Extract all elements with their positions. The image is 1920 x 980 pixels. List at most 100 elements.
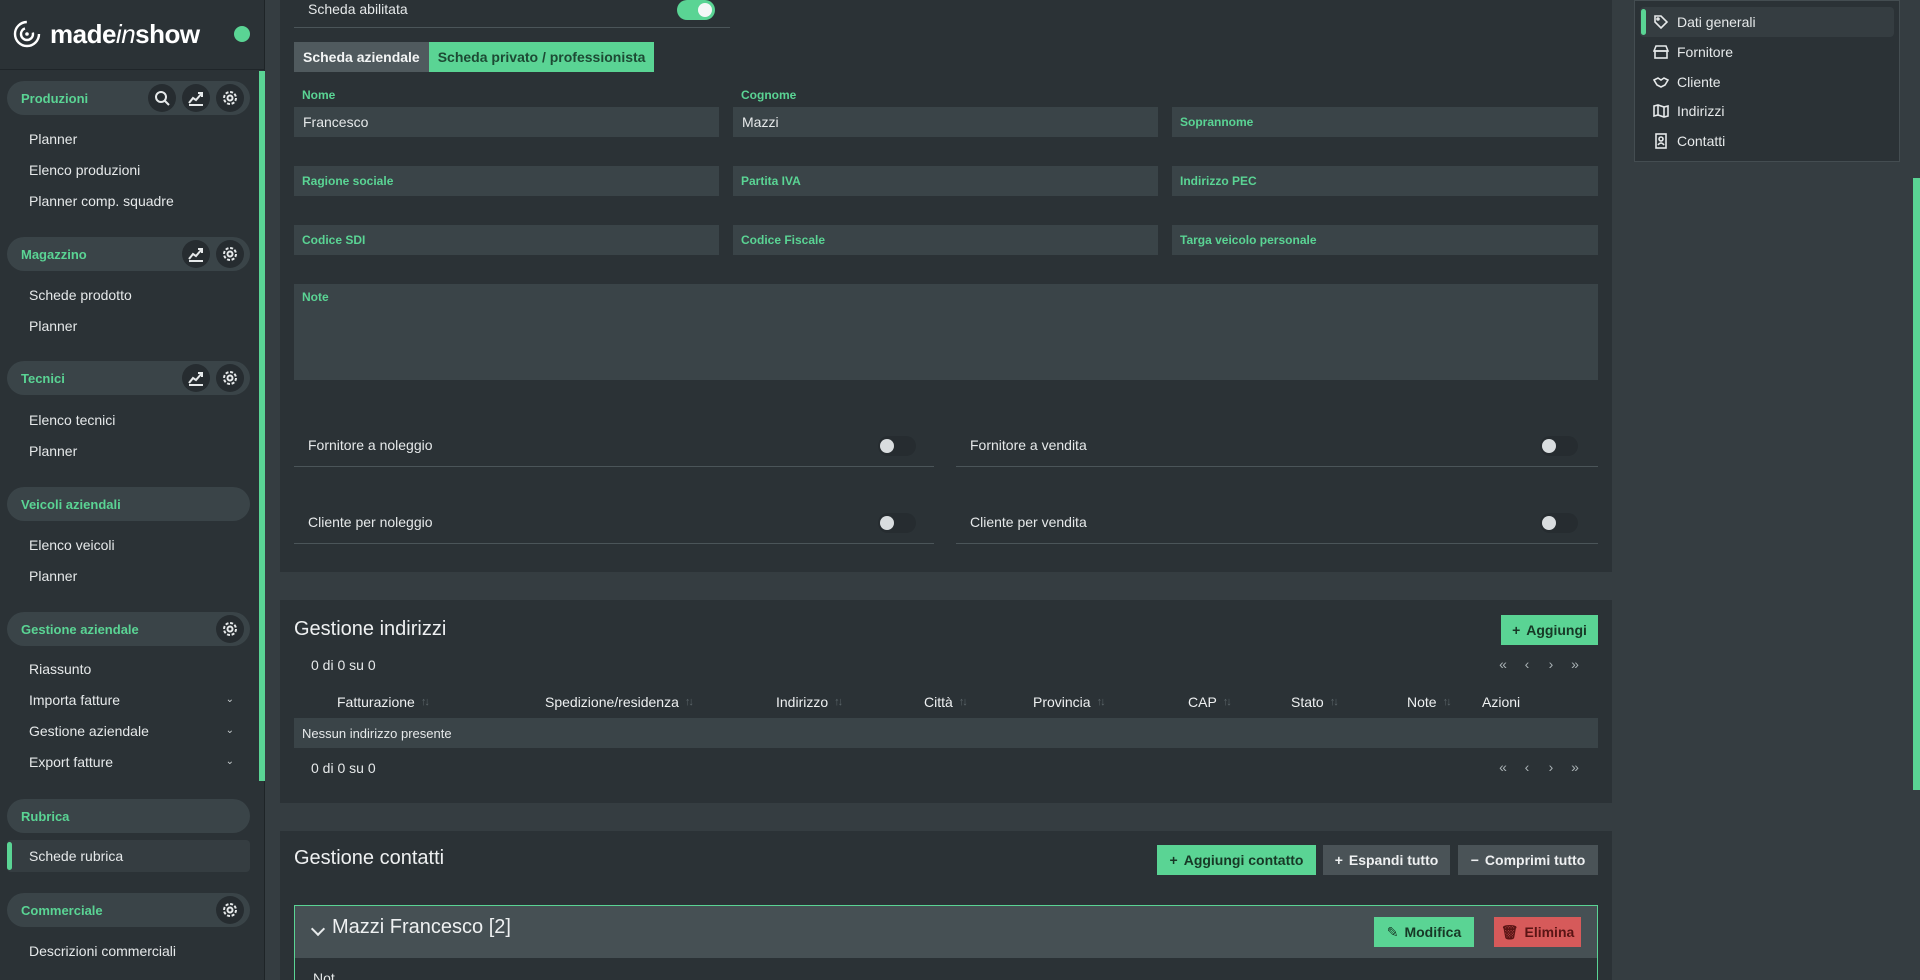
logo[interactable]: madeinshow	[12, 16, 200, 52]
settings-button[interactable]	[216, 896, 244, 924]
nav-export-fatture[interactable]: Export fatture ⌄	[29, 752, 234, 772]
nav-planner[interactable]: Planner	[29, 316, 77, 336]
col-cap[interactable]: CAP ↑↓	[1188, 694, 1232, 710]
collapse-all-button[interactable]: − Comprimi tutto	[1458, 845, 1598, 875]
settings-button[interactable]	[216, 240, 244, 268]
first-page-icon[interactable]: «	[1497, 759, 1509, 775]
chart-icon	[188, 248, 203, 262]
fornitore-vendita-switch[interactable]	[1540, 436, 1578, 456]
col-azioni: Azioni	[1482, 694, 1520, 710]
nav-descrizioni-commerciali[interactable]: Descrizioni commerciali	[29, 941, 176, 961]
col-note[interactable]: Note ↑↓	[1407, 694, 1452, 710]
nav-elenco-veicoli[interactable]: Elenco veicoli	[29, 535, 115, 555]
gear-icon	[223, 91, 237, 105]
ragione-sociale-field[interactable]: Ragione sociale	[294, 166, 719, 196]
nav-planner[interactable]: Planner	[29, 566, 77, 586]
partita-iva-field[interactable]: Partita IVA	[733, 166, 1158, 196]
note-textarea[interactable]: Note	[294, 284, 1598, 380]
next-page-icon[interactable]: ›	[1545, 656, 1557, 672]
delete-contact-button[interactable]: 🗑 Elimina	[1494, 917, 1581, 947]
col-provincia[interactable]: Provincia ↑↓	[1033, 694, 1106, 710]
tab-scheda-privato[interactable]: Scheda privato / professionista	[428, 42, 655, 72]
sidebar-scrollbar[interactable]	[259, 71, 265, 781]
rightnav-indirizzi[interactable]: Indirizzi	[1653, 100, 1724, 122]
stats-button[interactable]	[182, 84, 210, 112]
cliente-vendita-switch[interactable]	[1540, 513, 1578, 533]
col-fatturazione[interactable]: Fatturazione ↑↓	[337, 694, 430, 710]
section-commerciale[interactable]: Commerciale	[7, 893, 250, 927]
nav-schede-prodotto[interactable]: Schede prodotto	[29, 285, 132, 305]
rightnav-cliente[interactable]: Cliente	[1653, 71, 1721, 93]
nav-elenco-produzioni[interactable]: Elenco produzioni	[29, 160, 140, 180]
soprannome-field[interactable]: Soprannome	[1172, 107, 1598, 137]
section-gestione-aziendale[interactable]: Gestione aziendale	[7, 612, 250, 646]
section-produzioni[interactable]: Produzioni	[7, 81, 250, 115]
add-address-button[interactable]: + Aggiungi	[1501, 615, 1598, 645]
codice-sdi-field[interactable]: Codice SDI	[294, 225, 719, 255]
nav-planner-comp-squadre[interactable]: Planner comp. squadre	[29, 191, 174, 211]
cognome-value: Mazzi	[742, 114, 779, 130]
pencil-icon: ✎	[1386, 923, 1399, 940]
targa-veicolo-field[interactable]: Targa veicolo personale	[1172, 225, 1598, 255]
stats-button[interactable]	[182, 364, 210, 392]
settings-button[interactable]	[216, 84, 244, 112]
col-stato[interactable]: Stato ↑↓	[1291, 694, 1339, 710]
partita-iva-placeholder: Partita IVA	[741, 174, 801, 188]
stats-button[interactable]	[182, 240, 210, 268]
delete-label: Elimina	[1524, 924, 1575, 940]
section-tecnici[interactable]: Tecnici	[7, 361, 250, 395]
add-contact-label: Aggiungi contatto	[1183, 852, 1304, 868]
codice-fiscale-field[interactable]: Codice Fiscale	[733, 225, 1158, 255]
rightnav-label: Fornitore	[1677, 44, 1734, 60]
nome-field[interactable]: Francesco	[294, 107, 719, 137]
rightnav-fornitore[interactable]: Fornitore	[1653, 41, 1733, 63]
column-label: Provincia	[1033, 694, 1091, 710]
last-page-icon[interactable]: »	[1569, 656, 1581, 672]
section-navigator: Dati generali Fornitore Cliente Indirizz…	[1634, 0, 1900, 162]
nav-importa-fatture[interactable]: Importa fatture ⌄	[29, 690, 234, 710]
indirizzo-pec-field[interactable]: Indirizzo PEC	[1172, 166, 1598, 196]
prev-page-icon[interactable]: ‹	[1521, 656, 1533, 672]
gear-icon	[223, 371, 237, 385]
chevron-down-icon[interactable]	[310, 921, 326, 937]
section-veicoli-aziendali[interactable]: Veicoli aziendali	[7, 487, 250, 521]
nav-riassunto[interactable]: Riassunto	[29, 659, 91, 679]
scheda-abilitata-switch[interactable]	[677, 0, 715, 20]
section-magazzino[interactable]: Magazzino	[7, 237, 250, 271]
edit-contact-button[interactable]: ✎ Modifica	[1374, 917, 1474, 947]
scheda-abilitata-label: Scheda abilitata	[308, 1, 408, 17]
cognome-field[interactable]: Mazzi	[733, 107, 1158, 137]
add-contact-button[interactable]: + Aggiungi contatto	[1157, 845, 1316, 875]
fornitore-noleggio-switch[interactable]	[878, 436, 916, 456]
nav-elenco-tecnici[interactable]: Elenco tecnici	[29, 410, 115, 430]
settings-button[interactable]	[216, 615, 244, 643]
note-placeholder: Note	[302, 290, 329, 304]
col-citta[interactable]: Città ↑↓	[924, 694, 968, 710]
next-page-icon[interactable]: ›	[1545, 759, 1557, 775]
col-spedizione[interactable]: Spedizione/residenza ↑↓	[545, 694, 694, 710]
prev-page-icon[interactable]: ‹	[1521, 759, 1533, 775]
settings-button[interactable]	[216, 364, 244, 392]
search-button[interactable]	[148, 84, 176, 112]
plus-icon: +	[1169, 852, 1178, 868]
first-page-icon[interactable]: «	[1497, 656, 1509, 672]
last-page-icon[interactable]: »	[1569, 759, 1581, 775]
page-scrollbar[interactable]	[1913, 178, 1920, 790]
nav-gestione-aziendale[interactable]: Gestione aziendale ⌄	[29, 721, 234, 741]
fornitore-vendita-label: Fornitore a vendita	[970, 437, 1087, 453]
nav-planner[interactable]: Planner	[29, 129, 77, 149]
rightnav-dati-generali[interactable]: Dati generali	[1653, 11, 1756, 33]
indirizzo-pec-placeholder: Indirizzo PEC	[1180, 174, 1257, 188]
nav-schede-rubrica[interactable]: Schede rubrica	[29, 846, 123, 866]
rightnav-contatti[interactable]: Contatti	[1653, 130, 1725, 152]
codice-fiscale-placeholder: Codice Fiscale	[741, 233, 826, 247]
section-rubrica[interactable]: Rubrica	[7, 799, 250, 833]
pagination-controls: « ‹ › »	[1497, 656, 1581, 672]
expand-all-button[interactable]: + Espandi tutto	[1323, 845, 1450, 875]
tab-scheda-aziendale[interactable]: Scheda aziendale	[294, 42, 429, 72]
cliente-noleggio-switch[interactable]	[878, 513, 916, 533]
col-indirizzo[interactable]: Indirizzo ↑↓	[776, 694, 843, 710]
nav-planner[interactable]: Planner	[29, 441, 77, 461]
gear-icon	[223, 247, 237, 261]
contact-card-header[interactable]: Mazzi Francesco [2] ✎ Modifica 🗑 Elimina	[295, 906, 1597, 958]
